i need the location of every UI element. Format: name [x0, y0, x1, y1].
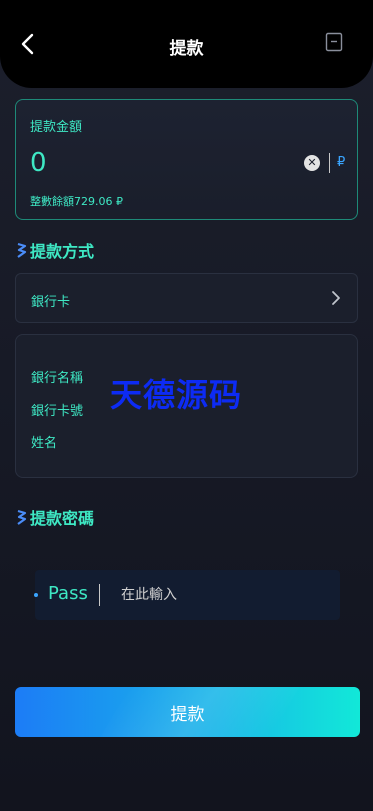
balance-text: 整數餘額729.06 ₽	[30, 195, 123, 208]
password-input[interactable]	[121, 584, 321, 606]
amount-card: 提款金額 ✕ ₽ 整數餘額729.06 ₽	[15, 99, 358, 220]
password-divider	[99, 584, 100, 606]
submit-label: 提款	[170, 704, 205, 725]
submit-withdraw-button[interactable]: 提款	[15, 687, 360, 737]
bank-name-label: 銀行名稱	[31, 371, 84, 386]
password-section-label: 提款密碼	[30, 509, 95, 528]
currency-unit: ₽	[337, 155, 346, 170]
bank-card-number-label: 銀行卡號	[31, 404, 84, 419]
clear-icon[interactable]: ✕	[304, 155, 320, 171]
withdraw-method-select[interactable]: 銀行卡	[15, 273, 358, 323]
method-section-title: 提款方式	[16, 238, 94, 262]
password-row: Pass	[34, 570, 340, 620]
top-header: 提款	[0, 0, 373, 88]
section-marker-icon	[17, 242, 27, 258]
method-section-label: 提款方式	[30, 242, 95, 261]
document-icon[interactable]	[325, 32, 343, 52]
password-label: Pass	[48, 583, 88, 604]
amount-label: 提款金額	[30, 120, 83, 135]
chevron-right-icon	[332, 291, 340, 305]
page-title: 提款	[169, 39, 204, 59]
amount-divider	[329, 153, 330, 173]
amount-input[interactable]	[30, 146, 290, 180]
method-selected-label: 銀行卡	[31, 295, 71, 310]
section-marker-icon	[17, 509, 27, 525]
watermark-text: 天德源码	[110, 376, 243, 414]
holder-name-label: 姓名	[31, 436, 58, 451]
bullet-dot	[34, 593, 38, 597]
password-section-title: 提款密碼	[16, 505, 94, 529]
